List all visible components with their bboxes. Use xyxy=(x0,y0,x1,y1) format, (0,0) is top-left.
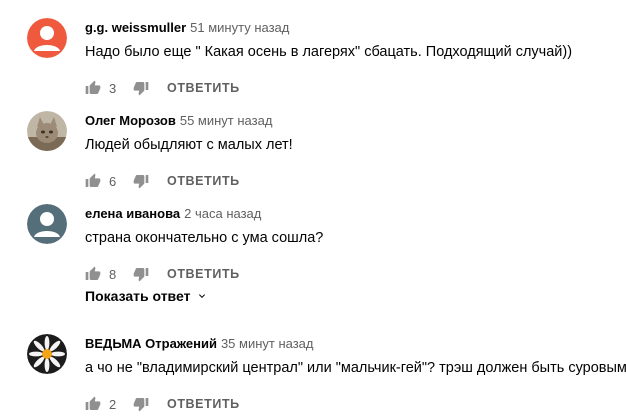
comment: ВЕДЬМА Отражений 35 минут назад а чо не "… xyxy=(0,330,626,420)
reply-button[interactable]: ОТВЕТИТЬ xyxy=(167,174,240,188)
comment-author[interactable]: g.g. weissmuller xyxy=(85,20,186,35)
avatar[interactable] xyxy=(27,18,67,58)
avatar[interactable] xyxy=(27,204,67,244)
comment-time[interactable]: 51 минуту назад xyxy=(190,20,289,35)
like-button[interactable] xyxy=(85,80,101,96)
comment: Олег Морозов 55 минут назад Людей обыдляю… xyxy=(0,107,626,197)
comment-author[interactable]: ВЕДЬМА Отражений xyxy=(85,336,217,351)
comment-text: Надо было еще " Какая осень в лагерях" с… xyxy=(85,44,573,60)
comment-author[interactable]: Олег Морозов xyxy=(85,113,176,128)
comment-actions: 6 ОТВЕТИТЬ xyxy=(85,171,240,191)
comment-header: g.g. weissmuller 51 минуту назад xyxy=(85,20,289,35)
like-button[interactable] xyxy=(85,266,101,282)
like-count: 8 xyxy=(109,266,117,282)
dislike-button[interactable] xyxy=(133,80,149,96)
thumb-down-icon xyxy=(133,82,149,96)
comment-actions: 3 ОТВЕТИТЬ xyxy=(85,78,240,98)
comment: g.g. weissmuller 51 минуту назад Надо был… xyxy=(0,14,626,104)
like-count: 3 xyxy=(109,80,117,96)
avatar[interactable] xyxy=(27,334,67,374)
like-count: 6 xyxy=(109,173,117,189)
dislike-button[interactable] xyxy=(133,173,149,189)
daisy-photo-avatar xyxy=(27,334,67,374)
comment-time[interactable]: 2 часа назад xyxy=(184,206,261,221)
cat-photo-avatar xyxy=(27,111,67,151)
person-icon xyxy=(27,204,67,244)
chevron-down-icon xyxy=(199,294,206,298)
thumb-down-icon xyxy=(133,175,149,189)
reply-button[interactable]: ОТВЕТИТЬ xyxy=(167,397,240,411)
show-replies-button[interactable]: Показать ответ xyxy=(85,288,208,304)
reply-button[interactable]: ОТВЕТИТЬ xyxy=(167,81,240,95)
avatar[interactable] xyxy=(27,111,67,151)
comment-header: елена иванова 2 часа назад xyxy=(85,206,261,221)
comment-header: Олег Морозов 55 минут назад xyxy=(85,113,272,128)
thumb-up-icon xyxy=(85,80,101,94)
comment-actions: 2 ОТВЕТИТЬ xyxy=(85,394,240,414)
comment-text: Людей обыдляют с малых лет! xyxy=(85,137,293,153)
reply-button[interactable]: ОТВЕТИТЬ xyxy=(167,267,240,281)
comment-text: страна окончательно с ума сошла? xyxy=(85,230,324,246)
dislike-button[interactable] xyxy=(133,266,149,282)
comment-author[interactable]: елена иванова xyxy=(85,206,180,221)
thumb-up-icon xyxy=(85,173,101,187)
person-icon xyxy=(27,18,67,58)
comment-actions: 8 ОТВЕТИТЬ xyxy=(85,264,240,284)
thumb-down-icon xyxy=(133,268,149,282)
like-button[interactable] xyxy=(85,173,101,189)
comment-text: а чо не "владимирский централ" или "маль… xyxy=(85,360,626,376)
comment-time[interactable]: 55 минут назад xyxy=(180,113,273,128)
show-replies-label: Показать ответ xyxy=(85,288,191,304)
thumb-up-icon xyxy=(85,266,101,280)
like-count: 2 xyxy=(109,396,117,412)
comment-time[interactable]: 35 минут назад xyxy=(221,336,314,351)
comment-header: ВЕДЬМА Отражений 35 минут назад xyxy=(85,336,314,351)
comment: елена иванова 2 часа назад страна окончат… xyxy=(0,200,626,290)
